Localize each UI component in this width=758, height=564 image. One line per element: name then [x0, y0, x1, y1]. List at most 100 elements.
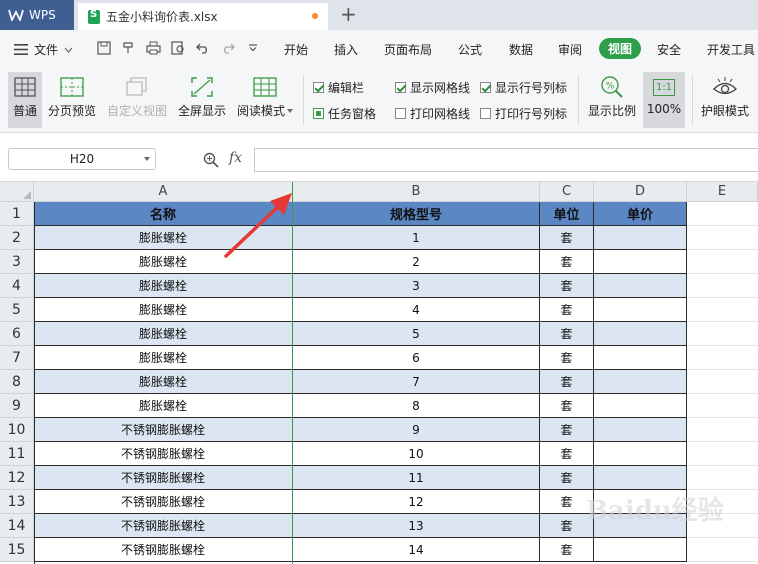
- insert-function-icon[interactable]: fx: [229, 150, 242, 166]
- formula-input[interactable]: [254, 148, 758, 172]
- formula-bar-checkbox[interactable]: 编辑栏: [313, 79, 364, 96]
- column-header-d[interactable]: D: [594, 182, 687, 202]
- print-preview-icon[interactable]: [170, 40, 186, 56]
- new-tab-plus-icon[interactable]: +: [340, 2, 357, 26]
- cell-unit[interactable]: 套: [540, 226, 594, 250]
- document-tab[interactable]: 五金小料询价表.xlsx: [78, 3, 328, 30]
- menu-insert[interactable]: 插入: [334, 41, 358, 58]
- zoom-100-button[interactable]: 1:1 100%: [643, 72, 685, 128]
- cell-unit[interactable]: 套: [540, 418, 594, 442]
- cell-spec[interactable]: 5: [293, 322, 540, 346]
- cell-price[interactable]: [594, 394, 687, 418]
- fullscreen-button[interactable]: 全屏显示: [176, 72, 228, 128]
- file-menu-button[interactable]: 文件: [14, 41, 73, 58]
- column-header-c[interactable]: C: [540, 182, 594, 202]
- header-cell-price[interactable]: 单价: [594, 202, 687, 226]
- customize-toolbar-icon[interactable]: [245, 40, 261, 56]
- header-cell-spec[interactable]: 规格型号: [293, 202, 540, 226]
- cell-name[interactable]: 不锈钢膨胀螺栓: [34, 514, 293, 538]
- cell-name[interactable]: 不锈钢膨胀螺栓: [34, 442, 293, 466]
- zoom-button[interactable]: % 显示比例: [586, 72, 638, 128]
- row-header[interactable]: 7: [0, 346, 34, 370]
- cell-spec[interactable]: 4: [293, 298, 540, 322]
- row-header[interactable]: 1: [0, 202, 34, 226]
- cell-unit[interactable]: 套: [540, 370, 594, 394]
- cell-spec[interactable]: 6: [293, 346, 540, 370]
- cell-name[interactable]: 膨胀螺栓: [34, 274, 293, 298]
- cell-spec[interactable]: 1: [293, 226, 540, 250]
- cell-unit[interactable]: 套: [540, 538, 594, 562]
- menu-formulas[interactable]: 公式: [458, 41, 482, 58]
- cell-unit[interactable]: 套: [540, 274, 594, 298]
- row-header[interactable]: 9: [0, 394, 34, 418]
- row-header[interactable]: 3: [0, 250, 34, 274]
- row-header[interactable]: 8: [0, 370, 34, 394]
- cell-spec[interactable]: 12: [293, 490, 540, 514]
- cell-spec[interactable]: 9: [293, 418, 540, 442]
- cell-unit[interactable]: 套: [540, 298, 594, 322]
- row-header[interactable]: 2: [0, 226, 34, 250]
- zoom-search-icon[interactable]: [203, 152, 219, 168]
- print-gridlines-checkbox[interactable]: 打印网格线: [395, 105, 470, 122]
- column-header-e[interactable]: E: [687, 182, 758, 202]
- menu-data[interactable]: 数据: [509, 41, 533, 58]
- cell-name[interactable]: 膨胀螺栓: [34, 298, 293, 322]
- cell-unit[interactable]: 套: [540, 466, 594, 490]
- cell-name[interactable]: 膨胀螺栓: [34, 346, 293, 370]
- cell-price[interactable]: [594, 466, 687, 490]
- row-header[interactable]: 13: [0, 490, 34, 514]
- normal-view-button[interactable]: 普通: [8, 72, 42, 128]
- row-header[interactable]: 11: [0, 442, 34, 466]
- page-break-preview-button[interactable]: 分页预览: [46, 72, 98, 128]
- print-icon[interactable]: [145, 40, 161, 56]
- cell-unit[interactable]: 套: [540, 322, 594, 346]
- select-all-corner[interactable]: [0, 182, 34, 202]
- cell-price[interactable]: [594, 538, 687, 562]
- menu-review[interactable]: 审阅: [558, 41, 582, 58]
- menu-developer[interactable]: 开发工具: [707, 41, 755, 58]
- name-box-dropdown-icon[interactable]: [144, 157, 150, 161]
- cell-spec[interactable]: 10: [293, 442, 540, 466]
- cell-price[interactable]: [594, 226, 687, 250]
- cell-unit[interactable]: 套: [540, 250, 594, 274]
- cell-name[interactable]: 膨胀螺栓: [34, 370, 293, 394]
- redo-icon[interactable]: [220, 40, 236, 56]
- cell-price[interactable]: [594, 418, 687, 442]
- cell-spec[interactable]: 8: [293, 394, 540, 418]
- cell-spec[interactable]: 7: [293, 370, 540, 394]
- row-header[interactable]: 4: [0, 274, 34, 298]
- wps-menu-button[interactable]: WPS: [0, 0, 74, 30]
- cell-spec[interactable]: 2: [293, 250, 540, 274]
- custom-view-button[interactable]: 自定义视图: [104, 72, 170, 128]
- cell-price[interactable]: [594, 370, 687, 394]
- cell-price[interactable]: [594, 442, 687, 466]
- cell-price[interactable]: [594, 274, 687, 298]
- cell-spec[interactable]: 14: [293, 538, 540, 562]
- column-header-b[interactable]: B: [293, 182, 540, 202]
- cell-spec[interactable]: 11: [293, 466, 540, 490]
- menu-home[interactable]: 开始: [284, 41, 308, 58]
- format-painter-icon[interactable]: [120, 40, 136, 56]
- cell-unit[interactable]: 套: [540, 442, 594, 466]
- show-headers-checkbox[interactable]: 显示行号列标: [480, 79, 567, 96]
- save-icon[interactable]: [96, 40, 112, 56]
- cell-price[interactable]: [594, 298, 687, 322]
- row-header[interactable]: 10: [0, 418, 34, 442]
- menu-security[interactable]: 安全: [657, 41, 681, 58]
- menu-view[interactable]: 视图: [599, 38, 641, 59]
- task-pane-checkbox[interactable]: 任务窗格: [313, 105, 376, 122]
- print-headers-checkbox[interactable]: 打印行号列标: [480, 105, 567, 122]
- row-header[interactable]: 6: [0, 322, 34, 346]
- undo-icon[interactable]: [195, 40, 211, 56]
- header-cell-unit[interactable]: 单位: [540, 202, 594, 226]
- cell-spec[interactable]: 13: [293, 514, 540, 538]
- cell-spec[interactable]: 3: [293, 274, 540, 298]
- cell-price[interactable]: [594, 250, 687, 274]
- cell-name[interactable]: 不锈钢膨胀螺栓: [34, 466, 293, 490]
- row-header[interactable]: 12: [0, 466, 34, 490]
- cell-name[interactable]: 不锈钢膨胀螺栓: [34, 490, 293, 514]
- cell-name[interactable]: 膨胀螺栓: [34, 322, 293, 346]
- cell-name[interactable]: 膨胀螺栓: [34, 394, 293, 418]
- cell-unit[interactable]: 套: [540, 346, 594, 370]
- row-header[interactable]: 15: [0, 538, 34, 562]
